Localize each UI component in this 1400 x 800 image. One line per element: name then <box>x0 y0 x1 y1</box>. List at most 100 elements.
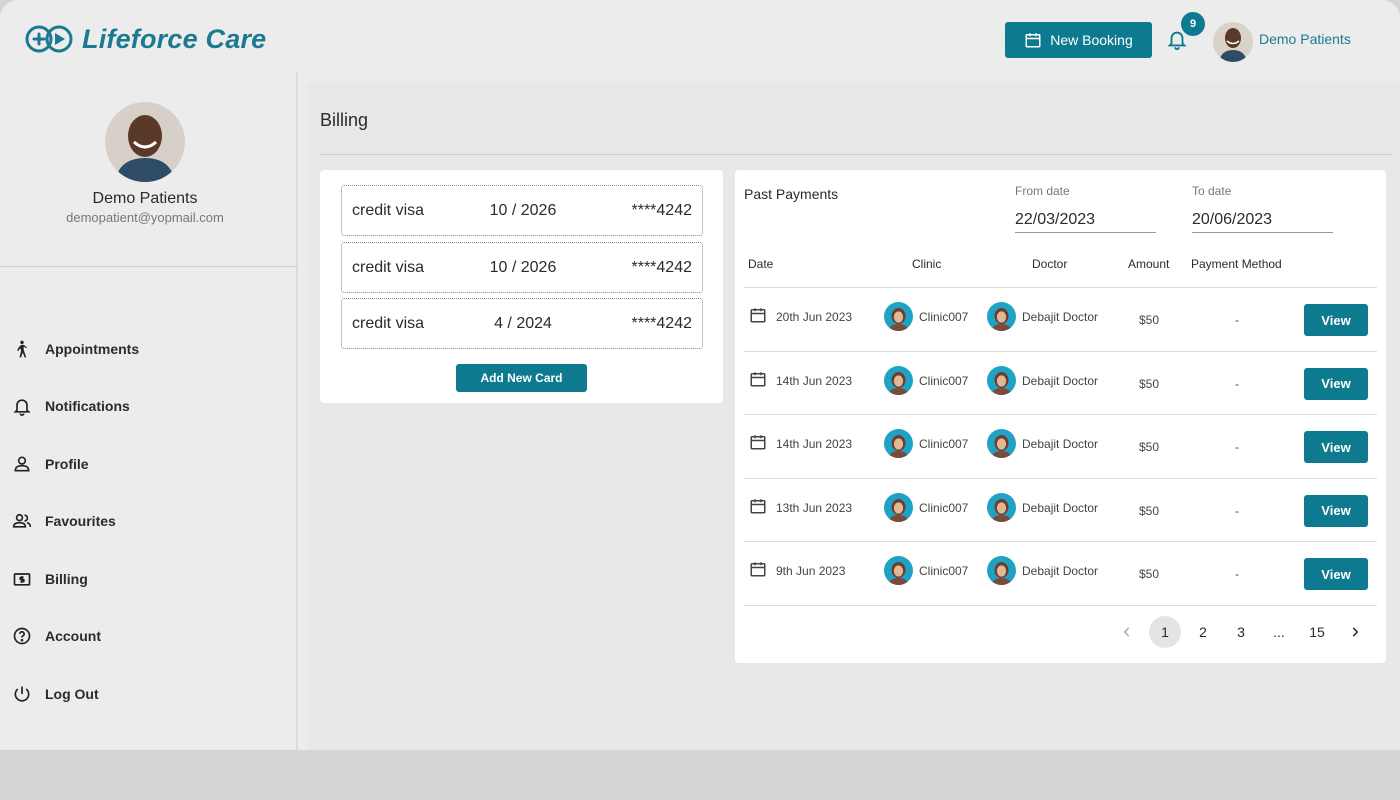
calendar-icon <box>749 497 767 515</box>
saved-card[interactable]: credit visa 10 / 2026 ****4242 <box>341 242 703 293</box>
clinic-avatar <box>884 302 913 331</box>
table-row: 9th Jun 2023 Clinic007 Debajit Doctor $50 - V… <box>744 542 1377 606</box>
page-title: Billing <box>320 110 369 130</box>
sidebar-item-billing[interactable]: Billing <box>12 550 139 608</box>
from-date-input[interactable] <box>1015 205 1156 233</box>
app-window: Lifeforce Care New Booking 9 Demo Patien… <box>0 0 1400 800</box>
clinic-avatar <box>884 556 913 585</box>
view-payment-button[interactable]: View <box>1304 367 1368 400</box>
sidebar-item-label: Billing <box>45 570 88 587</box>
to-date-field: To date <box>1192 184 1333 233</box>
previous-page-button[interactable] <box>1108 616 1146 648</box>
payment-method: - <box>1235 567 1239 581</box>
saved-card[interactable]: credit visa 4 / 2024 ****4242 <box>341 298 703 349</box>
page-15-button[interactable]: 15 <box>1298 616 1336 648</box>
doctor-name: Debajit Doctor <box>1022 310 1099 324</box>
bottom-band <box>0 750 1400 800</box>
payment-amount: $50 <box>1139 376 1160 391</box>
sidebar-nav: Appointments Notifications Profile Favou… <box>12 320 139 723</box>
from-date-label: From date <box>1015 184 1070 198</box>
payment-method: - <box>1235 503 1239 518</box>
page-1-button[interactable]: 1 <box>1149 616 1181 648</box>
doctor-name: Debajit Doctor <box>1022 564 1099 578</box>
doctor-name: Debajit Doctor <box>1022 437 1099 451</box>
profile-name: Demo Patients <box>92 190 198 207</box>
page-2-button[interactable]: 2 <box>1184 616 1222 648</box>
brand-name: Lifeforce Care <box>82 23 267 54</box>
new-booking-button[interactable]: New Booking <box>1005 22 1152 58</box>
column-header-date: Date <box>748 257 774 271</box>
bell-icon <box>13 399 31 417</box>
title-divider <box>320 154 1393 155</box>
sidebar-item-label: Appointments <box>45 340 140 357</box>
sidebar-item-label: Account <box>45 628 101 645</box>
doctor-name: Debajit Doctor <box>1022 373 1099 388</box>
pagination: 1 2 3 ... 15 <box>1108 616 1374 648</box>
add-new-card-button[interactable]: Add New Card <box>456 364 587 392</box>
sidebar-item-favourites[interactable]: Favourites <box>12 493 139 551</box>
table-row: 13th Jun 2023 Clinic007 Debajit Doctor $50 -… <box>744 479 1377 542</box>
saved-cards-panel: credit visa 10 / 2026 ****4242 credit vi… <box>320 170 723 403</box>
doctor-avatar <box>987 492 1016 522</box>
payment-amount: $50 <box>1139 313 1160 327</box>
doctor-name: Debajit Doctor <box>1022 500 1099 515</box>
table-row: 14th Jun 2023 Clinic007 Debajit Doctor $50 -… <box>744 352 1377 415</box>
payment-method: - <box>1235 313 1239 327</box>
top-header: Lifeforce Care New Booking 9 Demo Patien… <box>0 0 1400 72</box>
payment-date: 20th Jun 2023 <box>776 310 853 324</box>
doctor-avatar <box>987 302 1016 331</box>
column-header-doctor: Doctor <box>1032 257 1068 271</box>
card-number: ****4242 <box>631 201 693 219</box>
chevron-left-icon <box>1123 627 1130 637</box>
user-avatar[interactable] <box>1213 22 1253 62</box>
sidebar-item-label: Notifications <box>45 398 130 415</box>
card-number: ****4242 <box>631 314 693 332</box>
header-user-name[interactable]: Demo Patients <box>1259 31 1351 47</box>
calendar-icon <box>749 560 767 578</box>
people-icon <box>12 514 32 528</box>
saved-card[interactable]: credit visa 10 / 2026 ****4242 <box>341 185 703 236</box>
payment-amount: $50 <box>1139 503 1160 518</box>
table-row: 14th Jun 2023 Clinic007 Debajit Doctor $50 -… <box>744 415 1377 479</box>
brand-logo[interactable]: Lifeforce Care <box>24 22 266 56</box>
payment-method: - <box>1235 376 1239 391</box>
clinic-avatar <box>884 492 913 522</box>
payment-date: 14th Jun 2023 <box>776 437 853 451</box>
view-payment-button[interactable]: View <box>1304 304 1368 336</box>
pagination-ellipsis: ... <box>1273 624 1285 640</box>
chevron-right-icon <box>1352 627 1359 637</box>
calendar-icon <box>749 433 767 451</box>
payment-amount: $50 <box>1139 567 1160 581</box>
sidebar-divider <box>0 266 298 267</box>
payment-date: 9th Jun 2023 <box>776 564 846 578</box>
doctor-avatar <box>987 556 1016 585</box>
column-header-amount: Amount <box>1128 257 1170 271</box>
sidebar-item-logout[interactable]: Log Out <box>12 665 139 723</box>
power-icon <box>14 686 30 702</box>
clinic-name: Clinic007 <box>919 564 969 578</box>
column-header-clinic: Clinic <box>912 257 942 271</box>
sidebar-item-profile[interactable]: Profile <box>12 435 139 493</box>
clinic-name: Clinic007 <box>919 437 969 451</box>
calendar-icon <box>1025 33 1041 48</box>
clinic-avatar <box>884 429 913 458</box>
logo-icon <box>25 25 73 53</box>
column-header-payment-method: Payment Method <box>1191 257 1282 271</box>
main-content: Billing credit visa 10 / 2026 ****4242 c… <box>307 82 1400 750</box>
sidebar-item-appointments[interactable]: Appointments <box>12 320 139 378</box>
page-3-button[interactable]: 3 <box>1222 616 1260 648</box>
clinic-name: Clinic007 <box>919 310 969 324</box>
sidebar-item-label: Favourites <box>45 513 116 530</box>
sidebar-item-notifications[interactable]: Notifications <box>12 378 139 436</box>
view-payment-button[interactable]: View <box>1304 558 1368 590</box>
profile-email: demopatient@yopmail.com <box>66 210 224 225</box>
next-page-button[interactable] <box>1336 616 1374 648</box>
sidebar-item-account[interactable]: Account <box>12 608 139 666</box>
to-date-label: To date <box>1192 184 1232 198</box>
sidebar-item-label: Log Out <box>45 685 99 702</box>
view-payment-button[interactable]: View <box>1304 494 1368 527</box>
help-circle-icon <box>13 627 31 645</box>
view-payment-button[interactable]: View <box>1304 431 1368 463</box>
to-date-input[interactable] <box>1192 205 1333 233</box>
clinic-avatar <box>884 365 913 395</box>
